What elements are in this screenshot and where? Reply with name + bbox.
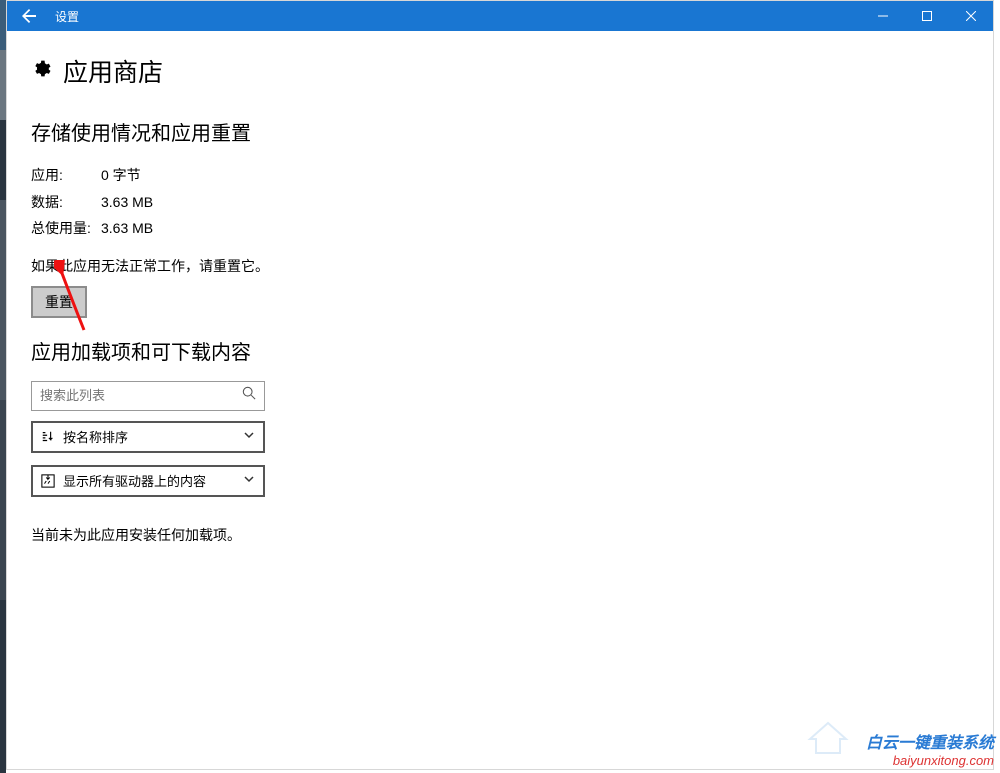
drive-dropdown[interactable]: 显示所有驱动器上的内容	[31, 465, 265, 497]
close-button[interactable]	[949, 1, 993, 31]
storage-value: 3.63 MB	[101, 215, 153, 242]
addons-heading: 应用加载项和可下载内容	[31, 336, 969, 365]
search-input[interactable]	[40, 388, 256, 403]
page-title: 应用商店	[63, 53, 163, 89]
storage-value: 3.63 MB	[101, 189, 153, 216]
titlebar: 设置	[7, 1, 993, 31]
search-icon	[242, 386, 256, 405]
watermark-logo-icon	[806, 719, 850, 759]
page-title-row: 应用商店	[31, 53, 969, 89]
maximize-icon	[922, 11, 932, 21]
window-controls	[861, 1, 993, 31]
drive-icon	[41, 474, 55, 488]
watermark-line2: baiyunxitong.com	[866, 753, 994, 769]
addons-status: 当前未为此应用安装任何加载项。	[31, 525, 969, 545]
window-title: 设置	[51, 8, 79, 25]
sort-icon	[41, 430, 55, 444]
storage-label: 数据:	[31, 189, 101, 216]
storage-label: 应用:	[31, 162, 101, 189]
back-arrow-icon	[21, 8, 37, 24]
watermark: 白云一键重装系统 baiyunxitong.com	[866, 734, 994, 769]
content-area: 应用商店 存储使用情况和应用重置 应用: 0 字节 数据: 3.63 MB 总使…	[7, 31, 993, 769]
close-icon	[966, 11, 976, 21]
back-button[interactable]	[7, 1, 51, 31]
chevron-down-icon	[243, 429, 255, 444]
sort-dropdown[interactable]: 按名称排序	[31, 421, 265, 453]
reset-hint: 如果此应用无法正常工作，请重置它。	[31, 256, 969, 276]
storage-row-data: 数据: 3.63 MB	[31, 189, 969, 216]
storage-row-app: 应用: 0 字节	[31, 162, 969, 189]
search-box[interactable]	[31, 381, 265, 411]
settings-window: 设置 应用商店 存储使用情况和应用重置 应用: 0 字节	[6, 0, 994, 770]
reset-button[interactable]: 重置	[31, 286, 87, 318]
maximize-button[interactable]	[905, 1, 949, 31]
storage-heading: 存储使用情况和应用重置	[31, 117, 969, 146]
drive-label: 显示所有驱动器上的内容	[63, 471, 206, 490]
minimize-button[interactable]	[861, 1, 905, 31]
storage-row-total: 总使用量: 3.63 MB	[31, 215, 969, 242]
gear-icon	[31, 59, 51, 84]
storage-value: 0 字节	[101, 162, 141, 189]
storage-table: 应用: 0 字节 数据: 3.63 MB 总使用量: 3.63 MB	[31, 162, 969, 242]
chevron-down-icon	[243, 473, 255, 488]
sort-label: 按名称排序	[63, 427, 128, 446]
minimize-icon	[878, 11, 888, 21]
watermark-line1: 白云一键重装系统	[866, 734, 994, 753]
storage-label: 总使用量:	[31, 215, 101, 242]
